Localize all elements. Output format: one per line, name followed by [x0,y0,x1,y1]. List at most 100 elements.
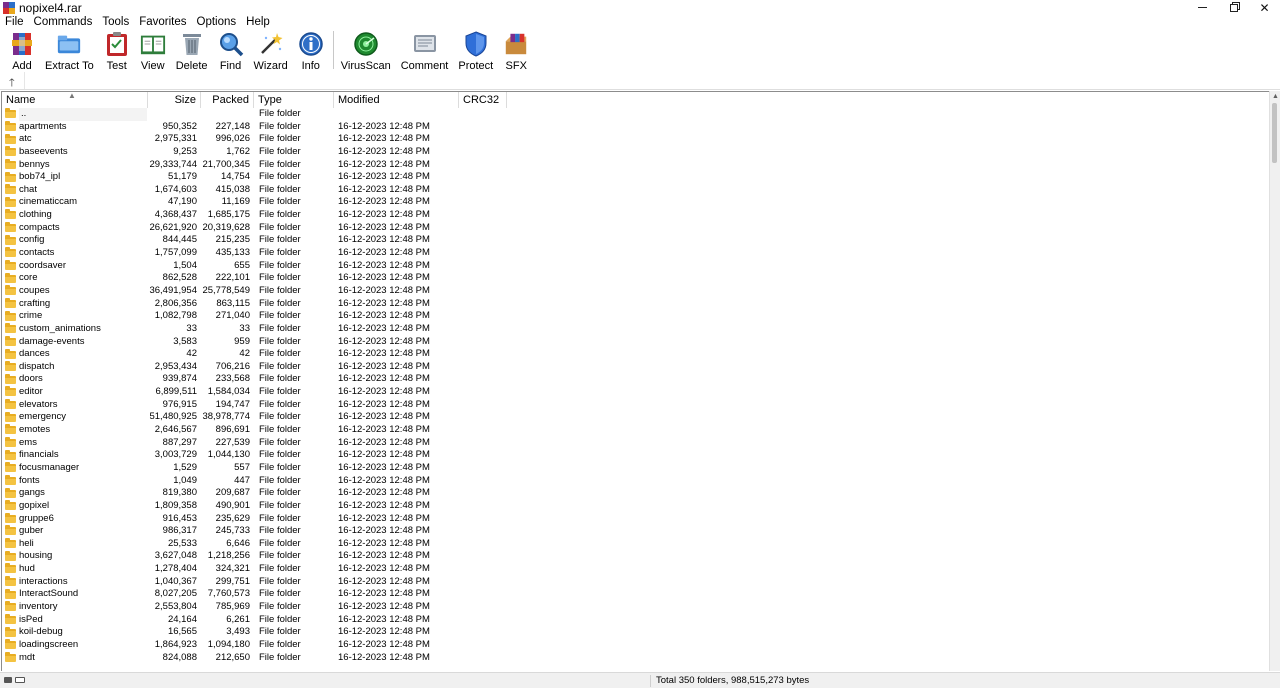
type-cell: File folder [259,424,301,436]
modified-cell: 16-12-2023 12:48 PM [338,436,430,448]
table-row[interactable]: crafting 2,806,356 863,115 File folder 16-12… [2,298,1269,311]
table-row[interactable]: guber 986,317 245,733 File folder 16-12-2023… [2,525,1269,538]
type-cell: File folder [259,171,301,183]
minimize-button[interactable] [1187,0,1218,15]
table-row[interactable]: hud 1,278,404 324,321 File folder 16-12-2023… [2,563,1269,576]
scrollbar-thumb[interactable] [1272,103,1277,163]
table-row[interactable]: coupes 36,491,954 25,778,549 File folder 16-… [2,285,1269,298]
table-row[interactable]: heli 25,533 6,646 File folder 16-12-2023 12:… [2,538,1269,551]
table-row[interactable]: gangs 819,380 209,687 File folder 16-12-2023… [2,487,1269,500]
close-button[interactable]: ✕ [1249,0,1280,15]
column-header-modified[interactable]: Modified [334,92,459,108]
column-header-crc32[interactable]: CRC32 [459,92,507,108]
menu-file[interactable]: File [0,15,29,29]
table-row[interactable]: compacts 26,621,920 20,319,628 File folder 1… [2,222,1269,235]
table-row[interactable]: contacts 1,757,099 435,133 File folder 16-12… [2,247,1269,260]
info-button[interactable]: Info [295,30,327,73]
name-cell: loadingscreen [2,639,148,652]
file-name: compacts [19,221,60,233]
table-row[interactable]: financials 3,003,729 1,044,130 File folder 1… [2,449,1269,462]
type-cell: File folder [259,272,301,284]
comment-button[interactable]: Comment [398,30,452,73]
path-field[interactable] [24,72,1278,89]
menu-favorites[interactable]: Favorites [134,15,191,29]
find-button[interactable]: Find [215,30,247,73]
table-row[interactable]: editor 6,899,511 1,584,034 File folder 16-12… [2,386,1269,399]
status-icons [4,677,25,683]
table-row[interactable]: koil-debug 16,565 3,493 File folder 16-12-20… [2,626,1269,639]
folder-icon [5,538,16,549]
table-row[interactable]: core 862,528 222,101 File folder 16-12-2023 … [2,272,1269,285]
folder-icon [5,550,16,561]
file-name: guber [19,525,44,537]
table-row[interactable]: coordsaver 1,504 655 File folder 16-12-2023 … [2,260,1269,273]
type-cell: File folder [259,335,301,347]
table-row[interactable]: fonts 1,049 447 File folder 16-12-2023 12:48… [2,475,1269,488]
table-row[interactable]: emergency 51,480,925 38,978,774 File folder… [2,411,1269,424]
packed-cell: 415,038 [215,183,250,195]
delete-button[interactable]: Delete [173,30,211,73]
size-cell: 16,565 [167,626,197,638]
size-cell: 939,874 [162,373,197,385]
maximize-button[interactable] [1218,0,1249,15]
table-row[interactable]: bob74_ipl 51,179 14,754 File folder 16-12-20… [2,171,1269,184]
table-row[interactable]: doors 939,874 233,568 File folder 16-12-2023… [2,373,1269,386]
virusscan-button[interactable]: VirusScan [338,30,394,73]
table-row[interactable]: crime 1,082,798 271,040 File folder 16-12-20… [2,310,1269,323]
table-row[interactable]: .. File folder [2,108,1269,121]
modified-cell: 16-12-2023 12:48 PM [338,360,430,372]
extract-to-button[interactable]: Extract To [42,30,97,73]
table-row[interactable]: apartments 950,352 227,148 File folder 16-12… [2,121,1269,134]
column-header-name[interactable]: Name ▲ [2,92,148,108]
table-row[interactable]: focusmanager 1,529 557 File folder 16-12-202… [2,462,1269,475]
table-row[interactable]: elevators 976,915 194,747 File folder 16-12-… [2,399,1269,412]
menu-help[interactable]: Help [241,15,275,29]
table-row[interactable]: gruppe6 916,453 235,629 File folder 16-12-20… [2,513,1269,526]
table-row[interactable]: dispatch 2,953,434 706,216 File folder 16-12… [2,361,1269,374]
table-row[interactable]: emotes 2,646,567 896,691 File folder 16-12-2… [2,424,1269,437]
table-row[interactable]: interactions 1,040,367 299,751 File folder 1… [2,576,1269,589]
table-row[interactable]: cinematiccam 47,190 11,169 File folder 16-12… [2,196,1269,209]
table-row[interactable]: inventory 2,553,804 785,969 File folder 16-1… [2,601,1269,614]
table-row[interactable]: housing 3,627,048 1,218,256 File folder 16-1… [2,550,1269,563]
table-row[interactable]: clothing 4,368,437 1,685,175 File folder 16-… [2,209,1269,222]
table-row[interactable]: bennys 29,333,744 21,700,345 File folder 16-… [2,159,1269,172]
table-row[interactable]: mdt 824,088 212,650 File folder 16-12-2023 1… [2,652,1269,665]
vertical-scrollbar[interactable]: ▲ [1269,91,1280,671]
folder-icon [5,512,16,523]
drive-icon[interactable] [4,677,12,683]
packed-cell: 1,218,256 [207,550,250,562]
sfx-button[interactable]: SFX [500,30,532,73]
table-row[interactable]: chat 1,674,603 415,038 File folder 16-12-202… [2,184,1269,197]
menu-commands[interactable]: Commands [29,15,98,29]
file-name: config [19,234,45,246]
table-row[interactable]: gopixel 1,809,358 490,901 File folder 16-12-… [2,500,1269,513]
table-row[interactable]: baseevents 9,253 1,762 File folder 16-12-202… [2,146,1269,159]
add-button[interactable]: Add [6,30,38,73]
table-row[interactable]: loadingscreen 1,864,923 1,094,180 File fold… [2,639,1269,652]
test-button[interactable]: Test [101,30,133,73]
name-cell: baseevents [2,146,148,159]
column-header-type[interactable]: Type [254,92,334,108]
protect-button[interactable]: Protect [455,30,496,73]
menu-tools[interactable]: Tools [97,15,134,29]
table-row[interactable]: damage-events 3,583 959 File folder 16-12-20… [2,336,1269,349]
modified-cell: 16-12-2023 12:48 PM [338,575,430,587]
table-row[interactable]: ems 887,297 227,539 File folder 16-12-2023 1… [2,437,1269,450]
key-icon[interactable] [15,677,25,683]
column-header-packed[interactable]: Packed [201,92,254,108]
table-row[interactable]: atc 2,975,331 996,026 File folder 16-12-2023… [2,133,1269,146]
table-row[interactable]: isPed 24,164 6,261 File folder 16-12-2023 12… [2,614,1269,627]
file-rows: .. File folder apartments 950,352 227,148 Fil… [2,108,1269,664]
table-row[interactable]: custom_animations 33 33 File folder 16-12-20… [2,323,1269,336]
type-cell: File folder [259,284,301,296]
table-row[interactable]: config 844,445 215,235 File folder 16-12-202… [2,234,1269,247]
column-header-size[interactable]: Size [148,92,201,108]
wizard-button[interactable]: Wizard [251,30,291,73]
table-row[interactable]: dances 42 42 File folder 16-12-2023 12:48 PM [2,348,1269,361]
view-button[interactable]: View [137,30,169,73]
table-row[interactable]: InteractSound 8,027,205 7,760,573 File fold… [2,588,1269,601]
scroll-up-icon[interactable]: ▲ [1272,93,1279,100]
menu-options[interactable]: Options [192,15,242,29]
file-name: baseevents [19,145,68,157]
